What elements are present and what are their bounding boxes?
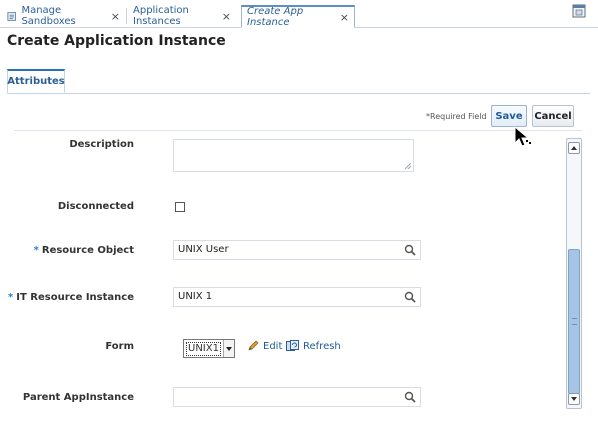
edit-link-label: Edit — [263, 340, 283, 352]
tab-manage-sandboxes[interactable]: Manage Sandboxes × — [2, 5, 125, 27]
search-icon[interactable] — [404, 291, 416, 303]
subtab-bar: Attributes — [7, 67, 590, 94]
parent-appinstance-label: Parent AppInstance — [22, 392, 134, 403]
it-resource-instance-label: * IT Resource Instance — [8, 292, 134, 303]
vertical-scrollbar[interactable] — [566, 138, 582, 409]
disconnected-checkbox[interactable] — [175, 202, 185, 212]
it-resource-instance-input[interactable]: UNIX 1 — [173, 287, 421, 307]
tab-strip: Manage Sandboxes × Application Instances… — [0, 0, 598, 28]
it-resource-instance-label-text: IT Resource Instance — [16, 292, 134, 303]
disconnected-label: Disconnected — [57, 201, 134, 212]
form-selected-value: UNIX1 — [186, 342, 221, 356]
resource-object-input[interactable]: UNIX User — [173, 240, 421, 260]
scroll-thumb[interactable] — [568, 249, 580, 394]
chevron-down-icon[interactable] — [223, 340, 234, 357]
refresh-icon — [286, 340, 299, 351]
required-star: * — [8, 292, 14, 303]
form-select[interactable]: UNIX1 — [183, 339, 235, 358]
tab-divider — [126, 8, 127, 24]
tab-attributes[interactable]: Attributes — [7, 69, 65, 93]
tab-label: Create App Instance — [247, 6, 304, 28]
refresh-link[interactable]: Refresh — [286, 340, 341, 352]
close-icon[interactable]: × — [340, 11, 349, 24]
required-star: * — [33, 245, 39, 256]
refresh-link-label: Refresh — [303, 340, 341, 352]
mouse-cursor-icon — [514, 126, 531, 147]
tab-label: Application Instances — [133, 5, 189, 27]
window-icon[interactable] — [572, 4, 586, 18]
edit-link[interactable]: Edit — [247, 340, 282, 352]
close-icon[interactable]: × — [222, 10, 231, 23]
grip-icon — [572, 318, 577, 325]
resource-object-label-text: Resource Object — [41, 245, 134, 256]
parent-appinstance-input[interactable] — [173, 387, 421, 407]
resize-grip-icon[interactable] — [405, 163, 411, 169]
resource-object-value: UNIX User — [178, 244, 229, 255]
resource-object-label: * Resource Object — [34, 245, 134, 256]
page-title: Create Application Instance — [7, 33, 226, 49]
tab-label: Manage Sandboxes — [21, 5, 76, 27]
scroll-down-icon[interactable] — [568, 393, 580, 405]
attributes-form: Description Disconnected * Resource Objec… — [0, 130, 565, 420]
pencil-icon — [248, 340, 259, 351]
form-label: Form — [105, 341, 134, 352]
search-icon[interactable] — [404, 391, 416, 403]
scroll-up-icon[interactable] — [568, 142, 580, 154]
document-icon — [7, 11, 17, 21]
description-label: Description — [69, 139, 134, 150]
search-icon[interactable] — [404, 244, 416, 256]
required-field-note: *Required Field — [426, 112, 487, 121]
it-resource-instance-value: UNIX 1 — [178, 291, 213, 302]
description-textarea[interactable] — [173, 139, 414, 172]
tab-application-instances[interactable]: Application Instances × — [128, 5, 236, 27]
close-icon[interactable]: × — [111, 10, 120, 23]
tab-create-app-instance[interactable]: Create App Instance × — [241, 5, 355, 28]
form-toolbar: *Required Field Save Cancel — [14, 104, 582, 131]
cancel-button[interactable]: Cancel — [532, 105, 574, 127]
save-button[interactable]: Save — [491, 105, 527, 127]
